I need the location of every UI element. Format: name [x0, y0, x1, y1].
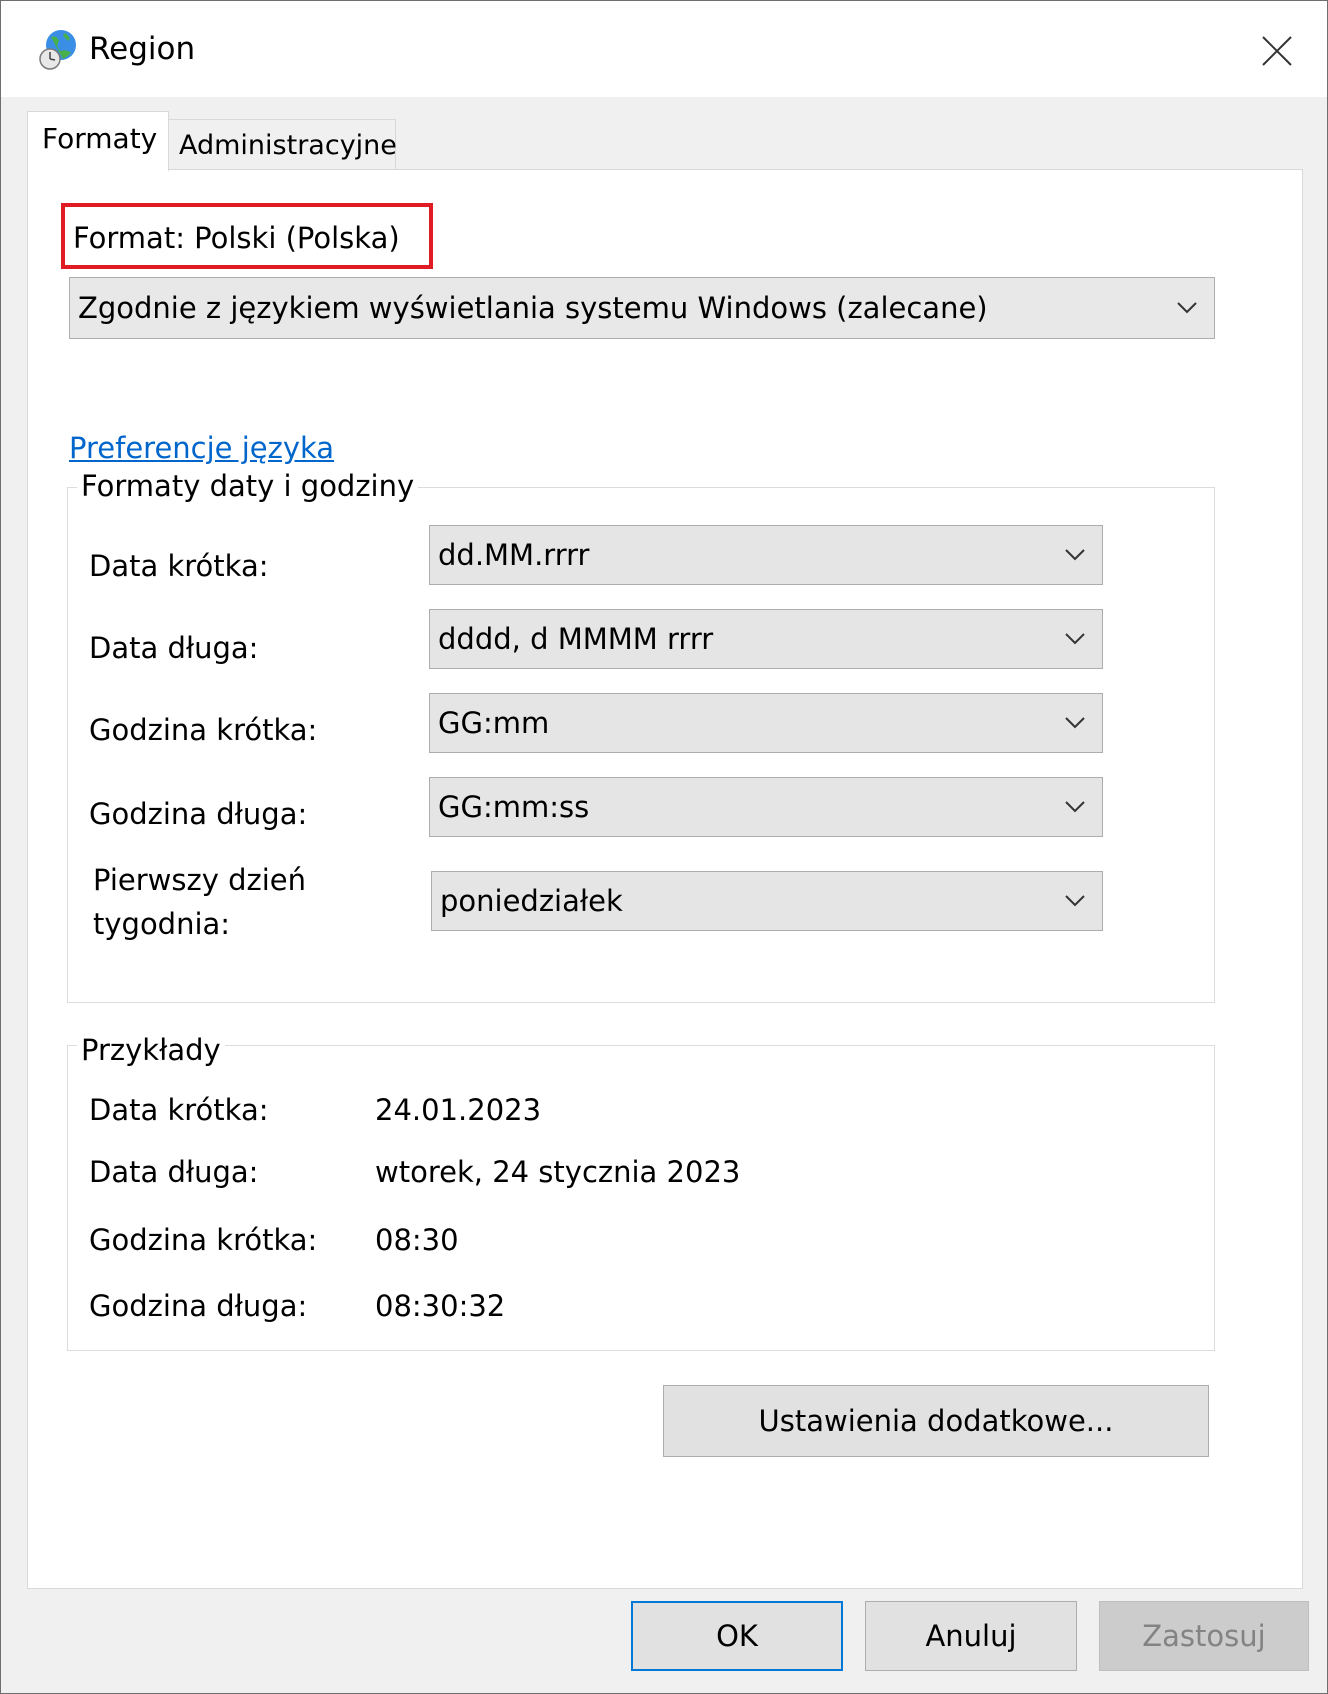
- short-time-value: GG:mm: [438, 706, 550, 740]
- chevron-down-icon: [1065, 895, 1085, 907]
- example-short-time-label: Godzina krótka:: [89, 1223, 318, 1257]
- region-dialog: Region Formaty Administracyjne Format: P…: [0, 0, 1328, 1694]
- example-short-time-value: 08:30: [375, 1223, 459, 1257]
- first-day-label-line2: tygodnia:: [93, 907, 231, 941]
- language-preferences-link[interactable]: Preferencje języka: [69, 431, 334, 465]
- chevron-down-icon: [1065, 717, 1085, 729]
- additional-settings-button[interactable]: Ustawienia dodatkowe...: [663, 1385, 1209, 1457]
- short-time-label: Godzina krótka:: [89, 713, 318, 747]
- chevron-down-icon: [1065, 801, 1085, 813]
- short-date-value: dd.MM.rrrr: [438, 538, 590, 572]
- example-short-date-label: Data krótka:: [89, 1093, 269, 1127]
- short-date-dropdown[interactable]: dd.MM.rrrr: [429, 525, 1103, 585]
- long-time-dropdown[interactable]: GG:mm:ss: [429, 777, 1103, 837]
- chevron-down-icon: [1065, 633, 1085, 645]
- first-day-label-line1: Pierwszy dzień: [93, 863, 307, 897]
- tab-administracyjne[interactable]: Administracyjne: [168, 119, 397, 169]
- long-date-label: Data długa:: [89, 631, 259, 665]
- short-time-dropdown[interactable]: GG:mm: [429, 693, 1103, 753]
- title-bar: Region: [1, 1, 1327, 97]
- globe-clock-icon: [39, 30, 76, 70]
- ok-button[interactable]: OK: [631, 1601, 843, 1671]
- examples-group-title: Przykłady: [77, 1033, 225, 1067]
- cancel-button[interactable]: Anuluj: [865, 1601, 1077, 1671]
- long-time-value: GG:mm:ss: [438, 790, 590, 824]
- example-short-date-value: 24.01.2023: [375, 1093, 542, 1127]
- apply-button[interactable]: Zastosuj: [1099, 1601, 1309, 1671]
- short-date-label: Data krótka:: [89, 549, 269, 583]
- format-label: Format: Polski (Polska): [61, 203, 433, 269]
- close-icon[interactable]: [1257, 31, 1297, 71]
- example-long-date-label: Data długa:: [89, 1155, 259, 1189]
- format-dropdown-value: Zgodnie z językiem wyświetlania systemu …: [78, 291, 988, 325]
- first-day-value: poniedziałek: [440, 884, 623, 918]
- tab-formaty[interactable]: Formaty: [27, 111, 169, 171]
- long-time-label: Godzina długa:: [89, 797, 308, 831]
- format-dropdown[interactable]: Zgodnie z językiem wyświetlania systemu …: [69, 277, 1215, 339]
- datetime-group-title: Formaty daty i godziny: [77, 469, 419, 503]
- example-long-time-label: Godzina długa:: [89, 1289, 308, 1323]
- first-day-dropdown[interactable]: poniedziałek: [431, 871, 1103, 931]
- long-date-value: dddd, d MMMM rrrr: [438, 622, 714, 656]
- chevron-down-icon: [1065, 549, 1085, 561]
- example-long-time-value: 08:30:32: [375, 1289, 506, 1323]
- example-long-date-value: wtorek, 24 stycznia 2023: [375, 1155, 741, 1189]
- chevron-down-icon: [1177, 302, 1197, 314]
- long-date-dropdown[interactable]: dddd, d MMMM rrrr: [429, 609, 1103, 669]
- window-title: Region: [89, 31, 196, 67]
